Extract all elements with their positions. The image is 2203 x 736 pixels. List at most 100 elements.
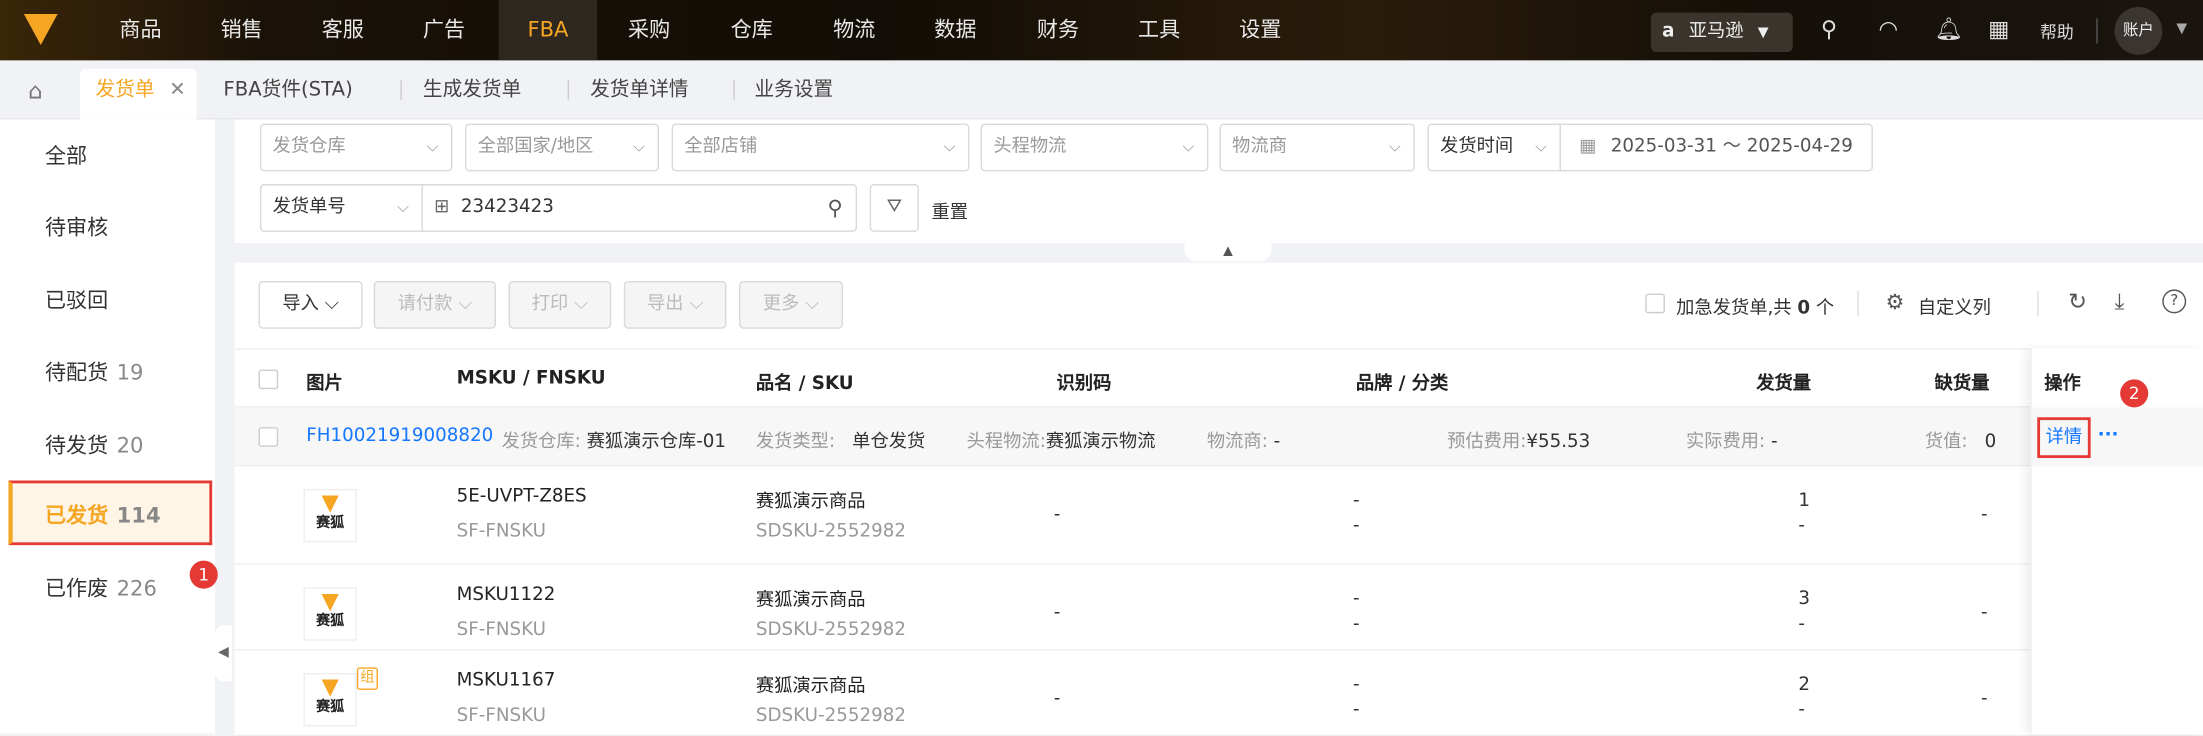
- group-carrier: 物流商: -: [1206, 431, 1281, 453]
- chevron-down-icon: ⌵: [1535, 137, 1547, 156]
- image-label: 赛狐: [316, 515, 345, 532]
- tab-business-settings[interactable]: 业务设置: [754, 69, 833, 120]
- logo-icon[interactable]: [23, 14, 58, 45]
- product-image[interactable]: ▼ 赛狐: [303, 587, 357, 641]
- select-all-checkbox[interactable]: [258, 369, 279, 390]
- group-warehouse: 发货仓库: 赛狐演示仓库-01: [501, 431, 727, 453]
- tab-shipment-orders[interactable]: 发货单 ✕: [80, 68, 197, 120]
- search-icon[interactable]: ⚲: [1821, 15, 1837, 42]
- search-input[interactable]: ⊞ 23423423 ⚲: [421, 184, 858, 232]
- sidebar-item-voided[interactable]: 已作废 226: [45, 573, 157, 603]
- divider: [2096, 18, 2098, 44]
- nav-item-logistics[interactable]: 物流: [804, 0, 905, 60]
- time-type-select[interactable]: 发货时间 ⌵: [1427, 123, 1561, 172]
- sidebar-item-rejected[interactable]: 已驳回: [45, 285, 108, 315]
- group-logistics: 头程物流:赛狐演示物流: [966, 431, 1156, 453]
- detail-link[interactable]: 详情: [2037, 417, 2091, 459]
- top-nav: 商品 销售 客服 广告 FBA 采购 仓库 物流 数据 财务 工具 设置 a 亚…: [0, 0, 2203, 61]
- first-leg-logistics-select[interactable]: 头程物流 ⌵: [980, 123, 1209, 172]
- sidebar-item-all[interactable]: 全部: [45, 141, 87, 171]
- header-brand-category: 品牌 / 分类: [1355, 373, 1449, 395]
- nav-item-data[interactable]: 数据: [905, 0, 1006, 60]
- print-button[interactable]: 打印 ⌵: [508, 281, 612, 329]
- refresh-icon[interactable]: ↻: [2068, 288, 2087, 315]
- nav-item-tools[interactable]: 工具: [1109, 0, 1210, 60]
- search-type-select[interactable]: 发货单号 ⌵: [259, 184, 423, 232]
- date-range-picker[interactable]: ▦ 2025-03-31 ～ 2025-04-29: [1559, 123, 1873, 172]
- tab-shipment-detail[interactable]: 发货单详情: [590, 69, 688, 120]
- home-icon[interactable]: ⌂: [28, 77, 42, 104]
- nav-item-service[interactable]: 客服: [292, 0, 393, 60]
- sidebar-item-pending-review[interactable]: 待审核: [45, 212, 108, 242]
- shop-select[interactable]: 全部店铺 ⌵: [671, 123, 970, 172]
- reset-button[interactable]: 重置: [932, 197, 969, 223]
- brand: -: [1353, 674, 1360, 696]
- headset-icon[interactable]: ◠: [1878, 15, 1898, 42]
- group-goods-value: 货值: 0: [1924, 431, 1997, 453]
- sidebar-item-shipped[interactable]: 已发货 114: [45, 500, 161, 530]
- identifier-code: -: [1053, 688, 1061, 710]
- chevron-down-icon: ⌵: [633, 137, 645, 156]
- carrier-select[interactable]: 物流商 ⌵: [1219, 123, 1415, 172]
- tab-fba-sta[interactable]: FBA货件(STA): [223, 69, 352, 120]
- close-icon[interactable]: ✕: [169, 79, 185, 101]
- nav-item-purchase[interactable]: 采购: [599, 0, 700, 60]
- ship-qty: 3: [1798, 588, 1811, 610]
- brand: -: [1353, 490, 1360, 512]
- import-button[interactable]: 导入 ⌵: [258, 281, 363, 329]
- country-select[interactable]: 全部国家/地区 ⌵: [465, 123, 659, 172]
- nav-item-fba[interactable]: FBA: [498, 0, 598, 61]
- more-actions-icon[interactable]: ···: [2098, 424, 2119, 445]
- product-image[interactable]: ▼ 赛狐: [303, 488, 357, 543]
- apps-grid-icon[interactable]: ▦: [1988, 15, 2009, 42]
- group-actual-cost: 实际费用: -: [1686, 431, 1778, 453]
- advanced-filter-button[interactable]: ⛛: [869, 184, 919, 232]
- request-payment-button[interactable]: 请付款 ⌵: [373, 281, 496, 329]
- ship-qty-secondary: -: [1798, 699, 1806, 721]
- marketplace-select[interactable]: a 亚马逊 ▼: [1650, 12, 1793, 52]
- fox-logo-icon: ▼: [321, 488, 339, 516]
- tab-create-shipment[interactable]: 生成发货单: [423, 69, 521, 120]
- row-checkbox[interactable]: [258, 427, 279, 447]
- caret-down-icon: ▼: [1757, 25, 1769, 41]
- more-button[interactable]: 更多 ⌵: [739, 281, 843, 329]
- nav-item-ads[interactable]: 广告: [393, 0, 494, 60]
- divider: [567, 80, 570, 100]
- sidebar-item-pending-shipment[interactable]: 待发货 20: [45, 430, 144, 460]
- custom-columns-button[interactable]: 自定义列: [1918, 292, 1991, 319]
- nav-item-finance[interactable]: 财务: [1007, 0, 1108, 60]
- shortage-qty: -: [1981, 602, 1988, 624]
- category: -: [1353, 515, 1360, 537]
- warehouse-select[interactable]: 发货仓库 ⌵: [259, 123, 453, 172]
- shipment-id-link[interactable]: FH10021919008820: [306, 426, 493, 447]
- export-button[interactable]: 导出 ⌵: [623, 281, 727, 329]
- product-name: 赛狐演示商品: [755, 675, 866, 697]
- header-operations: 操作: [2044, 373, 2081, 395]
- amazon-icon: a: [1662, 21, 1675, 43]
- account-caret-icon[interactable]: ▼: [2176, 21, 2187, 36]
- gear-icon[interactable]: ⚙: [1886, 289, 1905, 314]
- group-ship-type: 发货类型: 单仓发货: [755, 431, 926, 453]
- urgent-checkbox[interactable]: [1645, 293, 1665, 314]
- account-avatar[interactable]: 账户: [2114, 7, 2163, 55]
- nav-item-products[interactable]: 商品: [90, 0, 191, 60]
- download-icon[interactable]: ⤓: [2115, 288, 2125, 316]
- help-icon[interactable]: ?: [2162, 289, 2187, 314]
- sidebar-item-pending-allocation[interactable]: 待配货 19: [45, 357, 144, 387]
- collapse-filters-button[interactable]: ▲: [1184, 243, 1272, 262]
- shortage-qty: -: [1981, 688, 1988, 710]
- bell-icon[interactable]: 🔔︎: [1935, 15, 1964, 42]
- brand: -: [1353, 588, 1360, 610]
- product-image[interactable]: ▼ 赛狐: [303, 672, 357, 727]
- divider: [733, 80, 735, 100]
- nav-item-settings[interactable]: 设置: [1210, 0, 1311, 60]
- help-link[interactable]: 帮助: [2040, 20, 2074, 44]
- divider: [2037, 290, 2039, 317]
- header-ship-qty: 发货量: [1756, 373, 1812, 395]
- operations-column: [2030, 348, 2203, 734]
- msku: MSKU1122: [456, 584, 556, 606]
- collapse-sidebar-button[interactable]: ◀: [214, 625, 232, 682]
- nav-item-warehouse[interactable]: 仓库: [701, 0, 802, 60]
- nav-item-sales[interactable]: 销售: [191, 0, 292, 60]
- chevron-down-icon: ⌵: [1389, 137, 1401, 156]
